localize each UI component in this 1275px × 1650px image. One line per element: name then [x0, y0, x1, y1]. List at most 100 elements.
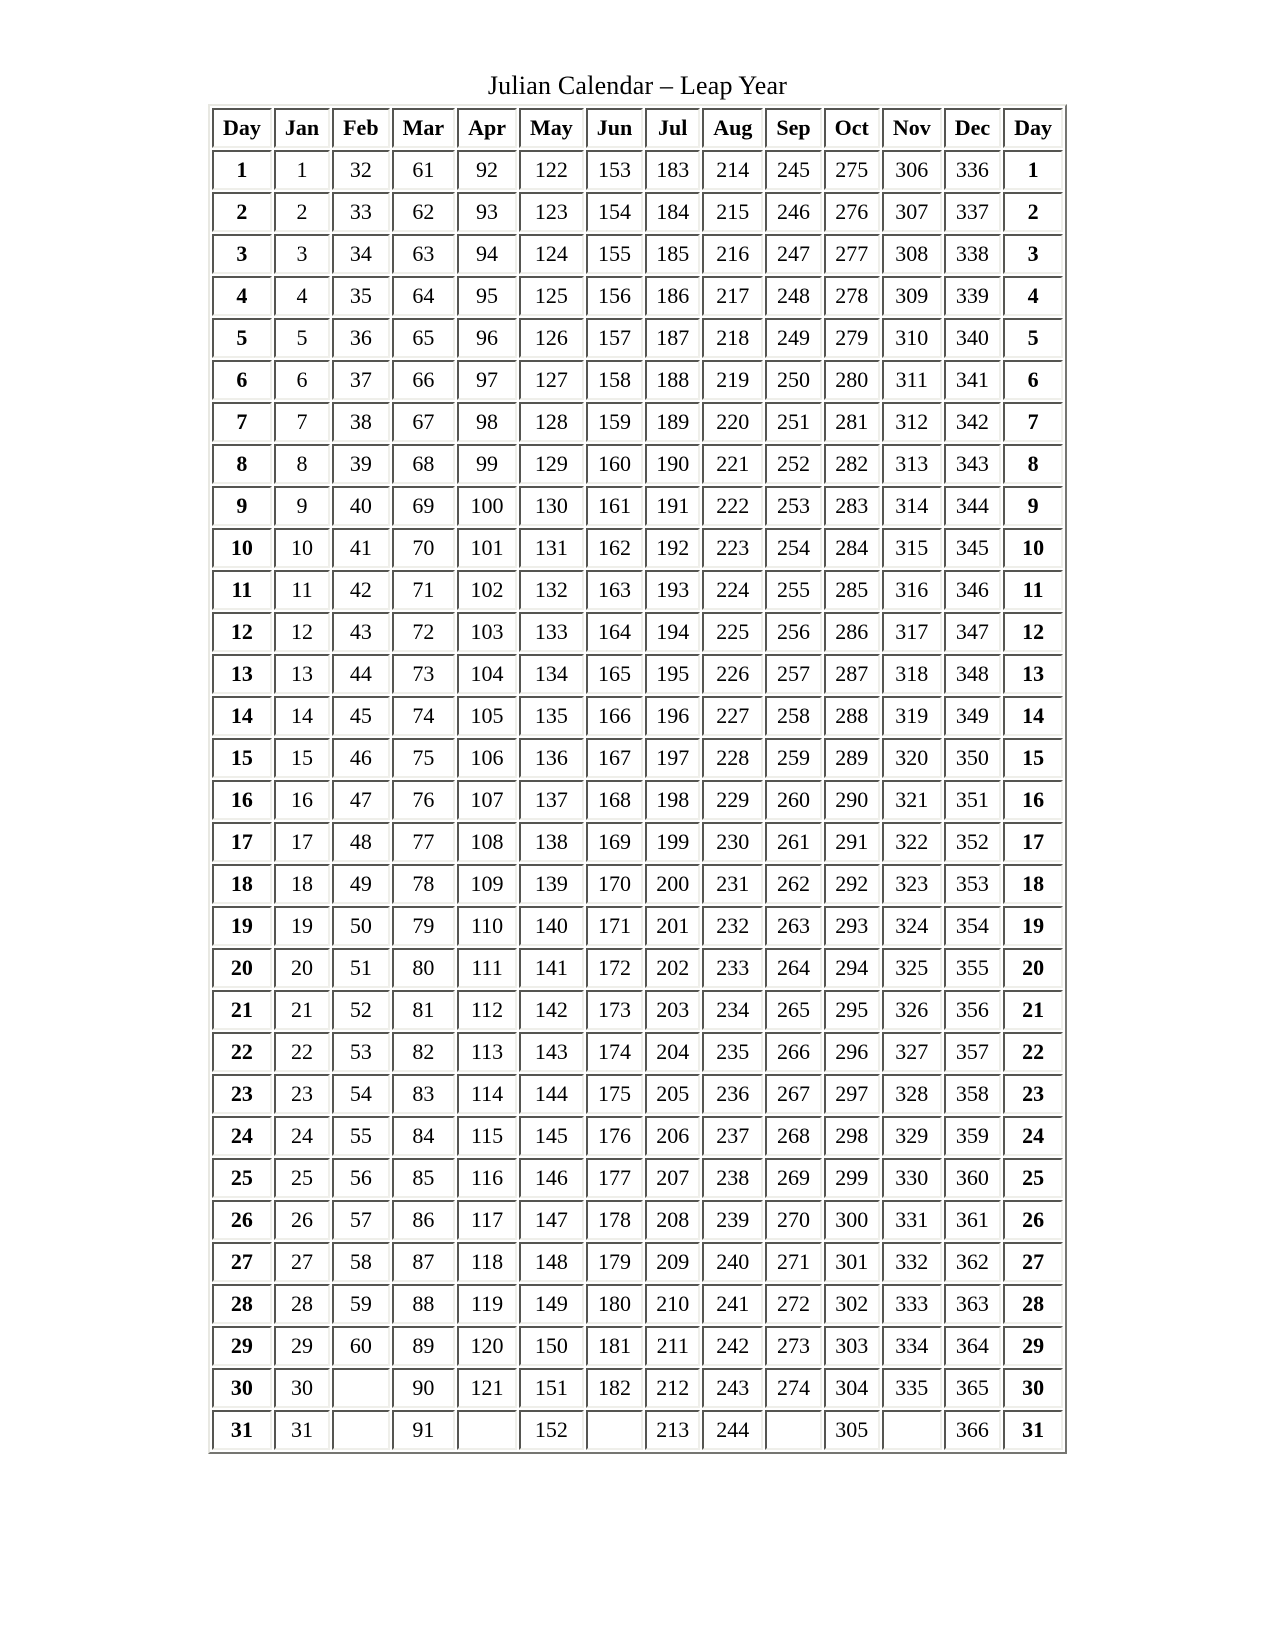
- day-number-cell: 4: [211, 276, 272, 316]
- julian-day-cell: 97: [457, 360, 517, 400]
- julian-day-cell: 86: [391, 1200, 456, 1240]
- julian-day-cell: 308: [881, 234, 942, 274]
- table-row: 19 19 50 79 110 140 171 201 232 263 293 324 354 19: [211, 906, 1064, 946]
- julian-day-cell: 346: [943, 570, 1002, 610]
- julian-day-cell: 310: [881, 318, 942, 358]
- julian-day-cell: 63: [391, 234, 456, 274]
- julian-day-cell: 163: [585, 570, 644, 610]
- julian-day-cell: 347: [943, 612, 1002, 652]
- day-number-cell: 12: [211, 612, 272, 652]
- julian-day-cell: 101: [457, 528, 517, 568]
- julian-day-cell: 361: [943, 1200, 1002, 1240]
- julian-day-cell: 100: [457, 486, 517, 526]
- day-number-cell: 19: [211, 906, 272, 946]
- julian-day-cell: 341: [943, 360, 1002, 400]
- julian-day-cell: 13: [273, 654, 331, 694]
- julian-day-cell: 139: [518, 864, 584, 904]
- table-row: 28 28 59 88 119 149 180 210 241 272 302 333 363 28: [211, 1284, 1064, 1324]
- day-number-cell: 1: [211, 150, 272, 190]
- julian-day-cell: 191: [645, 486, 701, 526]
- julian-day-cell: 119: [457, 1284, 517, 1324]
- julian-day-cell: 210: [645, 1284, 701, 1324]
- julian-day-cell: 116: [457, 1158, 517, 1198]
- day-number-cell: 26: [1003, 1200, 1064, 1240]
- julian-day-cell: 186: [645, 276, 701, 316]
- julian-day-cell: 324: [881, 906, 942, 946]
- day-number-cell: 12: [1003, 612, 1064, 652]
- julian-day-cell: 1: [273, 150, 331, 190]
- julian-day-cell: 56: [332, 1158, 390, 1198]
- julian-day-cell: 181: [585, 1326, 644, 1366]
- day-number-cell: 7: [211, 402, 272, 442]
- table-row: 30 30 90 121 151 182 212 243 274 304 335 365 30: [211, 1368, 1064, 1408]
- julian-day-cell: 99: [457, 444, 517, 484]
- day-number-cell: 18: [211, 864, 272, 904]
- julian-day-cell: 333: [881, 1284, 942, 1324]
- julian-day-cell: 48: [332, 822, 390, 862]
- julian-day-cell: 11: [273, 570, 331, 610]
- table-row: 15 15 46 75 106 136 167 197 228 259 289 320 350 15: [211, 738, 1064, 778]
- day-number-cell: 10: [1003, 528, 1064, 568]
- julian-day-cell: 160: [585, 444, 644, 484]
- julian-day-cell: 266: [765, 1032, 822, 1072]
- julian-day-cell: 40: [332, 486, 390, 526]
- column-header-dec-12: Dec: [943, 108, 1002, 148]
- julian-day-cell: 16: [273, 780, 331, 820]
- julian-day-cell: [457, 1410, 517, 1450]
- julian-day-cell: 155: [585, 234, 644, 274]
- julian-day-cell: 34: [332, 234, 390, 274]
- day-number-cell: 23: [211, 1074, 272, 1114]
- julian-day-cell: 46: [332, 738, 390, 778]
- julian-day-cell: 74: [391, 696, 456, 736]
- day-number-cell: 8: [1003, 444, 1064, 484]
- julian-day-cell: 283: [823, 486, 880, 526]
- julian-day-cell: 315: [881, 528, 942, 568]
- julian-day-cell: 157: [585, 318, 644, 358]
- julian-day-cell: 299: [823, 1158, 880, 1198]
- day-number-cell: 14: [1003, 696, 1064, 736]
- julian-day-cell: 88: [391, 1284, 456, 1324]
- column-header-day-13: Day: [1003, 108, 1064, 148]
- julian-day-cell: 218: [702, 318, 764, 358]
- julian-day-cell: 296: [823, 1032, 880, 1072]
- julian-day-cell: 348: [943, 654, 1002, 694]
- day-number-cell: 22: [211, 1032, 272, 1072]
- table-header-row: Day Jan Feb Mar Apr May Jun Jul Aug Sep Oct Nov Dec D…: [211, 108, 1064, 148]
- julian-day-cell: 355: [943, 948, 1002, 988]
- julian-day-cell: 168: [585, 780, 644, 820]
- julian-day-cell: 19: [273, 906, 331, 946]
- julian-day-cell: 44: [332, 654, 390, 694]
- julian-day-cell: 171: [585, 906, 644, 946]
- julian-day-cell: 260: [765, 780, 822, 820]
- julian-day-cell: 162: [585, 528, 644, 568]
- julian-day-cell: 351: [943, 780, 1002, 820]
- table-row: 8 8 39 68 99 129 160 190 221 252 282 313 343 8: [211, 444, 1064, 484]
- day-number-cell: 9: [211, 486, 272, 526]
- julian-day-cell: 41: [332, 528, 390, 568]
- julian-day-cell: 188: [645, 360, 701, 400]
- julian-day-cell: 350: [943, 738, 1002, 778]
- julian-day-cell: 292: [823, 864, 880, 904]
- julian-day-cell: 5: [273, 318, 331, 358]
- day-number-cell: 24: [1003, 1116, 1064, 1156]
- julian-day-cell: 273: [765, 1326, 822, 1366]
- julian-day-cell: 211: [645, 1326, 701, 1366]
- day-number-cell: 18: [1003, 864, 1064, 904]
- table-row: 31 31 91 152 213 244 305 366 31: [211, 1410, 1064, 1450]
- julian-day-cell: 111: [457, 948, 517, 988]
- julian-day-cell: 118: [457, 1242, 517, 1282]
- julian-day-cell: 73: [391, 654, 456, 694]
- julian-day-cell: 12: [273, 612, 331, 652]
- julian-day-cell: 222: [702, 486, 764, 526]
- julian-day-cell: 276: [823, 192, 880, 232]
- julian-day-cell: 328: [881, 1074, 942, 1114]
- julian-day-cell: 145: [518, 1116, 584, 1156]
- day-number-cell: 28: [211, 1284, 272, 1324]
- julian-day-cell: 303: [823, 1326, 880, 1366]
- day-number-cell: 29: [211, 1326, 272, 1366]
- julian-day-cell: 251: [765, 402, 822, 442]
- julian-day-cell: 314: [881, 486, 942, 526]
- julian-day-cell: 152: [518, 1410, 584, 1450]
- julian-day-cell: 236: [702, 1074, 764, 1114]
- julian-day-cell: 67: [391, 402, 456, 442]
